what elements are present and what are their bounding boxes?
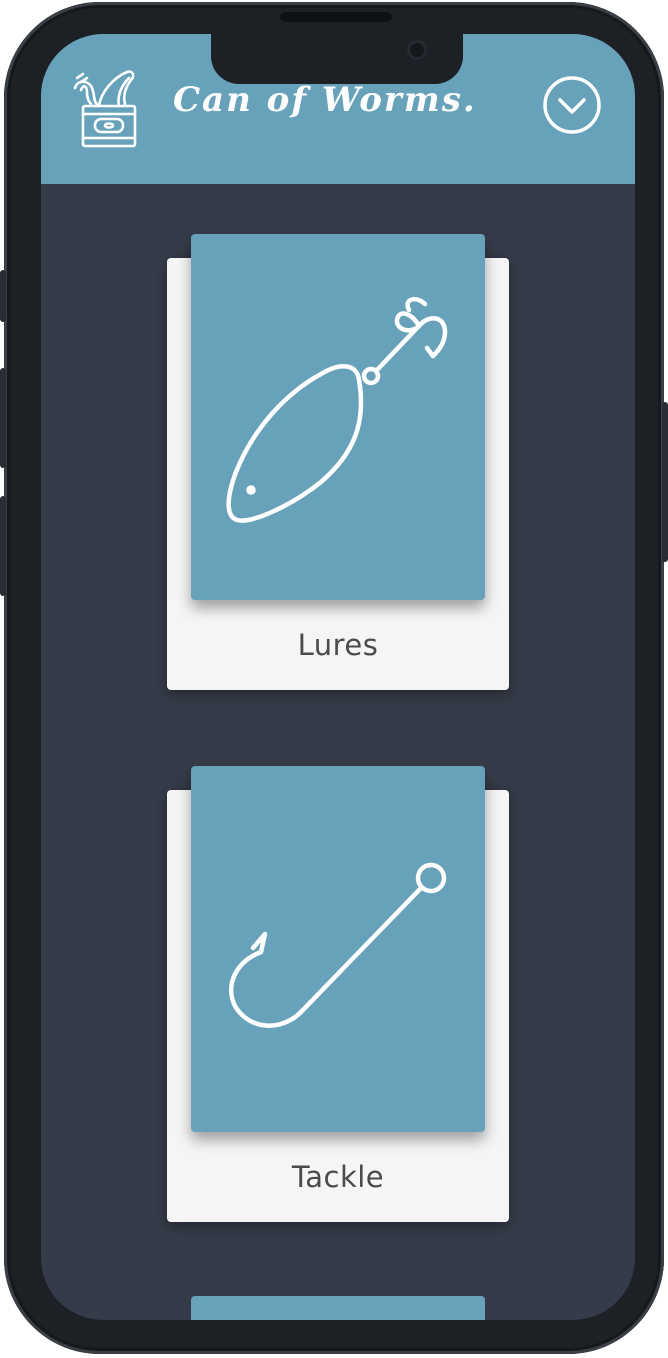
category-card-lures[interactable]: Lures	[167, 234, 509, 690]
app-screen: Can of Worms. Lures Tackle	[41, 34, 635, 1320]
power-button	[662, 402, 668, 562]
display-notch	[211, 34, 463, 84]
category-card-tackle[interactable]: Tackle	[167, 766, 509, 1222]
earpiece-speaker	[280, 12, 392, 22]
fishing-lure-icon	[226, 296, 448, 523]
volume-down-button	[0, 496, 6, 596]
phone-frame: Can of Worms. Lures Tackle	[0, 2, 668, 1354]
silent-switch	[0, 270, 6, 322]
category-card-partial[interactable]	[191, 1296, 485, 1320]
category-card-image	[191, 234, 485, 600]
fish-hook-icon	[229, 862, 447, 1028]
category-card-label: Tackle	[291, 1160, 385, 1194]
front-camera	[407, 40, 427, 60]
can-of-worms-icon[interactable]	[69, 64, 143, 150]
volume-up-button	[0, 368, 6, 468]
chevron-down-circle-icon[interactable]	[541, 74, 603, 136]
category-card-label: Lures	[297, 628, 379, 662]
app-title: Can of Worms.	[173, 80, 477, 120]
category-card-image	[191, 766, 485, 1132]
